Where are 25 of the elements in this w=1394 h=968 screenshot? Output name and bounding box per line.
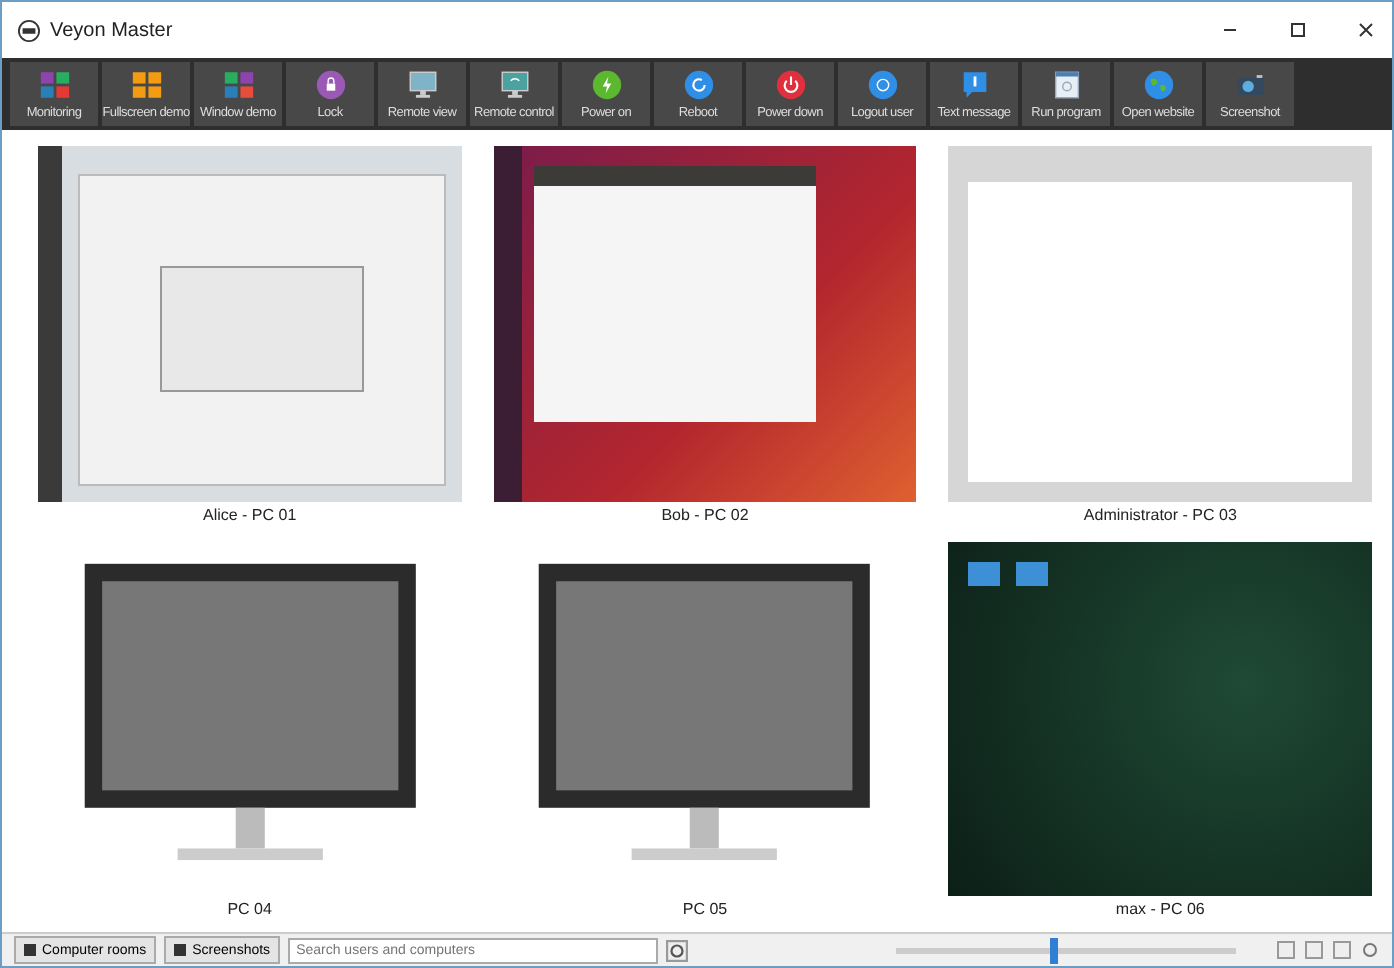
monitor-icon — [497, 68, 531, 102]
window-title: Veyon Master — [50, 19, 173, 41]
computer-label: max - PC 06 — [1115, 898, 1205, 922]
monitor-icon — [405, 68, 439, 102]
computer-label: Bob - PC 02 — [661, 503, 749, 527]
settings-icon[interactable] — [1360, 940, 1380, 960]
reboot-icon — [681, 68, 715, 102]
clear-icon[interactable] — [666, 939, 689, 961]
bolt-icon — [589, 68, 623, 102]
window-icon — [1049, 68, 1083, 102]
close-icon[interactable] — [1356, 20, 1376, 40]
computer-label: PC 05 — [682, 898, 728, 922]
app-logo-icon — [18, 19, 40, 41]
maximize-icon[interactable] — [1288, 20, 1308, 40]
lock-icon — [313, 68, 347, 102]
computer-label: PC 04 — [227, 898, 272, 922]
computer-label: Alice - PC 01 — [202, 503, 297, 527]
globe-icon — [1141, 68, 1175, 102]
computer-label: Administrator - PC 03 — [1083, 503, 1237, 527]
windows-icon — [221, 68, 255, 102]
tiles-icon — [129, 68, 163, 102]
slider-thumb[interactable] — [1049, 937, 1058, 963]
square-icon — [24, 944, 36, 956]
power-icon — [773, 68, 807, 102]
logout-icon — [865, 68, 899, 102]
